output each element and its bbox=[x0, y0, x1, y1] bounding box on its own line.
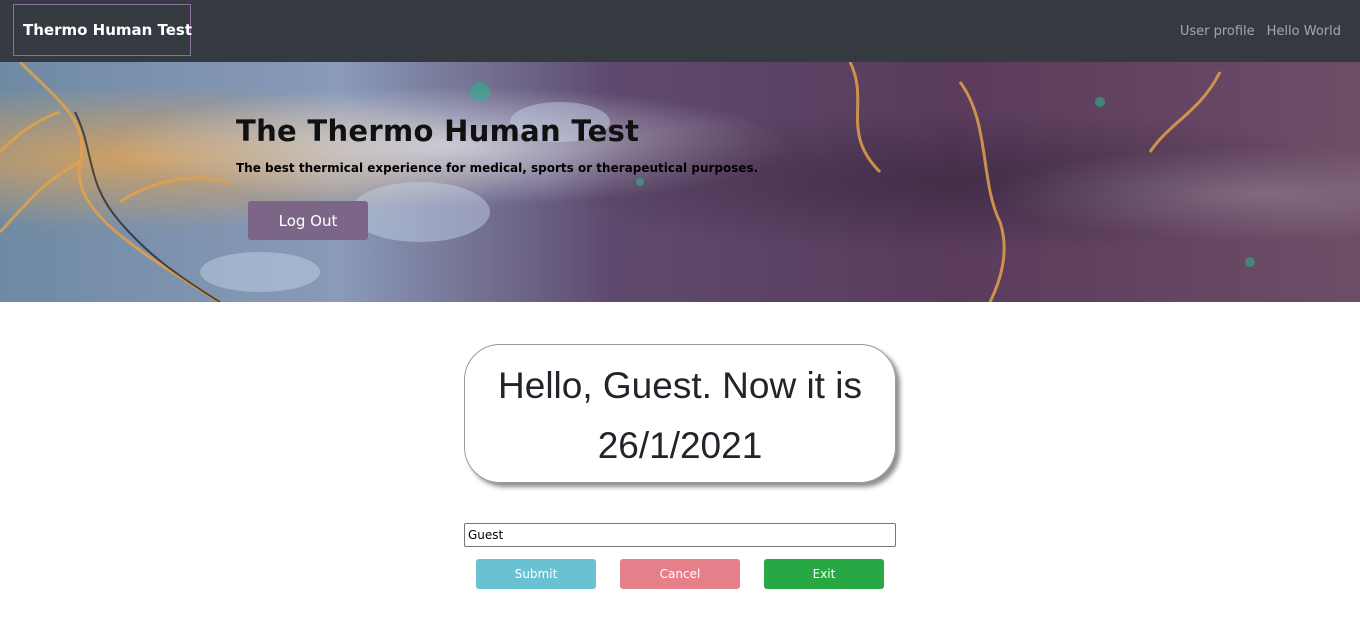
nav-link-user-profile[interactable]: User profile bbox=[1180, 24, 1255, 39]
greeting-date: 26/1/2021 bbox=[597, 425, 763, 466]
submit-button[interactable]: Submit bbox=[476, 559, 596, 589]
hero-banner: The Thermo Human Test The best thermical… bbox=[0, 62, 1360, 302]
name-input[interactable] bbox=[464, 523, 896, 547]
exit-button[interactable]: Exit bbox=[764, 559, 884, 589]
hero-subtitle: The best thermical experience for medica… bbox=[236, 161, 759, 175]
cancel-button[interactable]: Cancel bbox=[620, 559, 740, 589]
hero-title: The Thermo Human Test bbox=[236, 114, 640, 148]
hero-background-image bbox=[0, 62, 1360, 302]
greeting-text: Hello, Guest. Now it is bbox=[498, 365, 862, 406]
navbar-links: User profile Hello World bbox=[1180, 0, 1341, 62]
top-navbar: Thermo Human Test User profile Hello Wor… bbox=[0, 0, 1360, 62]
greeting-card: Hello, Guest. Now it is 26/1/2021 bbox=[464, 344, 896, 483]
nav-link-hello-world[interactable]: Hello World bbox=[1267, 24, 1341, 39]
navbar-brand[interactable]: Thermo Human Test bbox=[13, 4, 192, 56]
logout-button[interactable]: Log Out bbox=[248, 201, 368, 240]
